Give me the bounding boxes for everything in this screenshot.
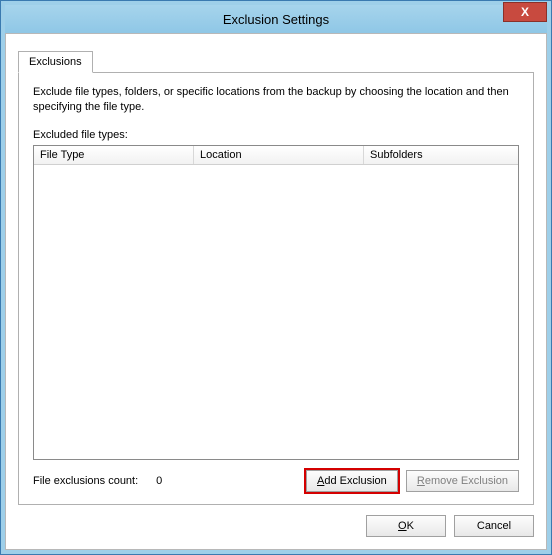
count-label: File exclusions count: [33, 475, 138, 487]
remove-exclusion-label-rest: emove Exclusion [425, 475, 508, 487]
tab-strip: Exclusions [18, 50, 534, 72]
column-header-filetype[interactable]: File Type [34, 146, 194, 164]
add-exclusion-button[interactable]: Add Exclusion [306, 470, 398, 492]
titlebar: Exclusion Settings X [5, 5, 547, 33]
bottom-row: File exclusions count: 0 Add Exclusion R… [33, 470, 519, 492]
excluded-label: Excluded file types: [33, 129, 519, 141]
remove-exclusion-button[interactable]: Remove Exclusion [406, 470, 519, 492]
close-button[interactable]: X [503, 2, 547, 22]
dialog-buttons: OK Cancel [18, 515, 534, 537]
ok-label-rest: K [407, 520, 414, 532]
window-title: Exclusion Settings [5, 12, 547, 27]
description-text: Exclude file types, folders, or specific… [33, 85, 519, 115]
tab-label: Exclusions [29, 56, 82, 68]
grid-header: File Type Location Subfolders [34, 146, 518, 165]
column-header-subfolders[interactable]: Subfolders [364, 146, 518, 164]
count-value: 0 [156, 475, 162, 487]
cancel-button[interactable]: Cancel [454, 515, 534, 537]
client-area: Exclusions Exclude file types, folders, … [5, 33, 547, 550]
tab-exclusions[interactable]: Exclusions [18, 51, 93, 73]
column-header-location[interactable]: Location [194, 146, 364, 164]
grid-body [34, 165, 518, 459]
close-icon: X [521, 5, 529, 19]
exclusions-grid[interactable]: File Type Location Subfolders [33, 145, 519, 460]
window-frame: Exclusion Settings X Exclusions Exclude … [0, 0, 552, 555]
ok-button[interactable]: OK [366, 515, 446, 537]
tab-content: Exclude file types, folders, or specific… [18, 72, 534, 505]
add-exclusion-label-rest: dd Exclusion [324, 475, 386, 487]
